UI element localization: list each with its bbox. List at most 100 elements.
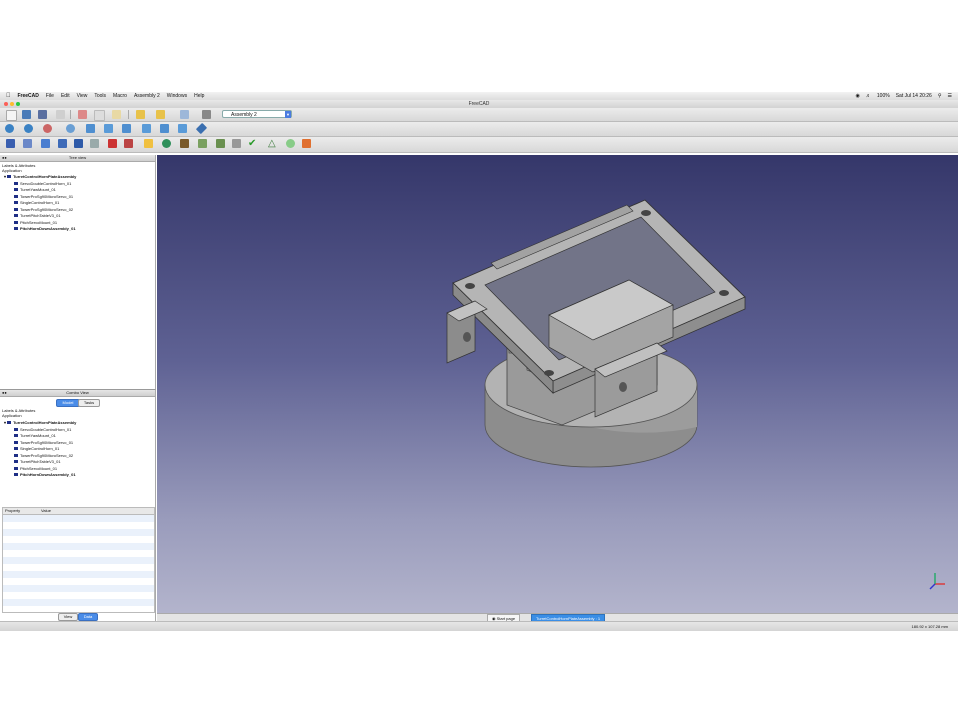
print-icon[interactable]	[56, 110, 65, 119]
tree-item[interactable]: SingleControlHorn_01	[14, 200, 59, 205]
menu-list-icon[interactable]: ☰	[948, 92, 952, 100]
menu-tools[interactable]: Tools	[94, 92, 106, 100]
animate-icon[interactable]	[144, 139, 153, 148]
tab-data[interactable]: Data	[78, 613, 98, 621]
isometric-view-icon[interactable]	[66, 124, 75, 133]
combo-tree-item[interactable]: SingleControlHorn_01	[14, 446, 59, 451]
expand-arrow-icon[interactable]: ▾	[4, 174, 6, 179]
tree-root-item[interactable]: ▾ TurretControlHornPlateAssembly	[4, 174, 76, 179]
tab-view[interactable]: View	[58, 613, 78, 621]
value-column-header[interactable]: Value	[41, 508, 51, 513]
apple-icon[interactable]: 	[6, 92, 11, 100]
solve-constraints-icon[interactable]	[302, 139, 311, 148]
panel-close-icon[interactable]: ●●	[2, 391, 7, 395]
tree-item[interactable]: ServoDoubleControlHorn_01	[14, 181, 71, 186]
expand-arrow-icon[interactable]: ▾	[4, 420, 6, 425]
tree-item-label: PitchHornDownAssembly_01	[20, 472, 76, 477]
menu-edit[interactable]: Edit	[61, 92, 70, 100]
delete-part-icon[interactable]	[108, 139, 117, 148]
combo-tree-item[interactable]: PitchServoMount_01	[14, 466, 57, 471]
combo-tree-item[interactable]: TowerProSg90MicroServo_02	[14, 453, 73, 458]
part-list-icon[interactable]	[90, 139, 99, 148]
whats-this-icon[interactable]	[202, 110, 211, 119]
window-titlebar: FreeCAD	[0, 100, 958, 108]
wifi-icon[interactable]: ◉	[856, 92, 860, 100]
assembly-icon	[7, 175, 12, 179]
menu-assembly[interactable]: Assembly 2	[134, 92, 160, 100]
tree-item-label: TurretYawMount_01	[20, 187, 56, 192]
paste-icon[interactable]	[112, 110, 121, 119]
flip-part-icon[interactable]	[124, 139, 133, 148]
combo-app-label: Application	[2, 413, 22, 418]
top-view-icon[interactable]	[104, 124, 113, 133]
angle-constraint-icon[interactable]	[216, 139, 225, 148]
combo-tree-item[interactable]: TurretYawMount_01	[14, 433, 56, 438]
save-icon[interactable]	[38, 110, 47, 119]
menu-windows[interactable]: Windows	[167, 92, 187, 100]
edit-part-icon[interactable]	[74, 139, 83, 148]
tree-view-header: ●● Tree view	[0, 155, 155, 162]
workbench-selector[interactable]: Assembly 2 ▼	[222, 110, 292, 118]
property-editor[interactable]: Property Value	[2, 507, 155, 613]
tree-item[interactable]: TowerProSg90MicroServo_01	[14, 194, 73, 199]
import-part-icon[interactable]	[6, 139, 15, 148]
bottom-view-icon[interactable]	[160, 124, 169, 133]
left-view-icon[interactable]	[178, 124, 187, 133]
copy-icon[interactable]	[94, 110, 105, 121]
combo-tree-item[interactable]: TowerProSg90MicroServo_01	[14, 440, 73, 445]
refresh-icon[interactable]	[180, 110, 189, 119]
assembly-model-render[interactable]	[157, 155, 958, 613]
combo-tree-item[interactable]: PitchHornDownAssembly_01	[14, 472, 76, 477]
search-icon[interactable]: ⚲	[938, 92, 942, 100]
circular-edge-constraint-icon[interactable]	[162, 139, 171, 148]
sphere-constraint-icon[interactable]	[286, 139, 295, 148]
open-folder-icon[interactable]	[22, 110, 31, 119]
front-view-icon[interactable]	[86, 124, 95, 133]
update-parts-icon[interactable]	[23, 139, 32, 148]
fit-all-icon[interactable]	[5, 124, 14, 133]
right-view-icon[interactable]	[122, 124, 131, 133]
part-icon	[14, 434, 18, 438]
combo-tree-item[interactable]: TurretPitchTableV3_01	[14, 459, 61, 464]
tree-item[interactable]: PitchServoMount_01	[14, 220, 57, 225]
checkmark-icon[interactable]: ✔	[248, 139, 257, 149]
combo-view-title: Combo View	[66, 390, 89, 395]
triangle-constraint-icon[interactable]: △	[268, 139, 277, 149]
undo-icon[interactable]	[136, 110, 145, 119]
fit-selection-icon[interactable]	[24, 124, 33, 133]
tree-item[interactable]: TurretYawMount_01	[14, 187, 56, 192]
panel-close-icon[interactable]: ●●	[2, 156, 7, 160]
lock-rotation-icon[interactable]	[232, 139, 241, 148]
tree-item-label: TowerProSg90MicroServo_02	[20, 207, 74, 212]
volume-icon[interactable]: ♬	[866, 92, 871, 100]
tree-item[interactable]: TowerProSg90MicroServo_02	[14, 207, 73, 212]
axial-constraint-icon[interactable]	[198, 139, 207, 148]
move-part-icon[interactable]	[41, 139, 50, 148]
draw-style-icon[interactable]	[43, 124, 52, 133]
cut-icon[interactable]	[78, 110, 87, 119]
menu-view[interactable]: View	[77, 92, 88, 100]
tab-model[interactable]: Model	[56, 399, 80, 407]
plane-constraint-icon[interactable]	[180, 139, 189, 148]
new-document-icon[interactable]	[6, 110, 17, 121]
assembly-icon	[7, 421, 12, 425]
part-icon	[14, 227, 18, 231]
tree-item-label: TowerProSg90MicroServo_02	[20, 453, 74, 458]
battery-percent[interactable]: 100%	[877, 92, 890, 100]
rear-view-icon[interactable]	[142, 124, 151, 133]
3d-viewport[interactable]	[157, 155, 958, 613]
tree-item[interactable]: PitchHornDownAssembly_01	[14, 226, 76, 231]
menu-app-name[interactable]: FreeCAD	[18, 92, 39, 100]
measure-distance-icon[interactable]	[195, 122, 208, 135]
duplicate-part-icon[interactable]	[58, 139, 67, 148]
combo-tree-item[interactable]: ServoDoubleControlHorn_01	[14, 427, 71, 432]
menu-file[interactable]: File	[46, 92, 54, 100]
tab-tasks[interactable]: Tasks	[78, 399, 100, 407]
clock[interactable]: Sat Jul 14 20:26	[896, 92, 932, 100]
property-column-header[interactable]: Property	[5, 508, 20, 513]
combo-root-item[interactable]: ▾ TurretControlHornPlateAssembly	[4, 420, 76, 425]
menu-help[interactable]: Help	[194, 92, 204, 100]
redo-icon[interactable]	[156, 110, 165, 119]
menu-macro[interactable]: Macro	[113, 92, 127, 100]
tree-item[interactable]: TurretPitchTableV3_01	[14, 213, 61, 218]
